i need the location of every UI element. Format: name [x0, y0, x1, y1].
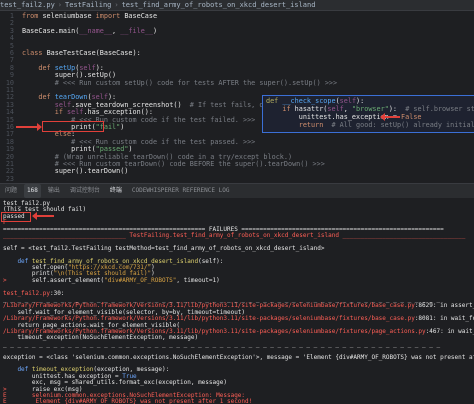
chevron-right-icon: ›	[57, 1, 63, 9]
code-token: self = <test_fail2.TestFailing testMetho…	[3, 244, 325, 252]
vscode-window: test_fail2.py › TestFailing › test_find_army…	[0, 0, 474, 404]
chevron-right-icon: ›	[114, 1, 119, 9]
breadcrumb-item[interactable]: test_fail2.py	[0, 1, 55, 9]
highlight-box	[1, 211, 31, 222]
panel-tabs: 问题 168 输出 调试控制台 终端 CODEWHISPERER REFERENCE LO…	[0, 183, 474, 199]
breadcrumb: test_fail2.py › TestFailing › test_find_army…	[0, 0, 474, 11]
breadcrumb-item[interactable]: test_find_army_of_robots_on_xkcd_desert_…	[122, 1, 316, 9]
code-token: _ _ _ _ _ _ _ _ _ _ _ _ _ _ _ _ _ _ _ _ …	[3, 340, 441, 348]
panel-tab[interactable]: 调试控制台	[65, 184, 105, 198]
code-token: exception = <class 'selenium.common.exce…	[3, 353, 474, 361]
annotation-arrow	[16, 123, 42, 131]
code-token: :8081: in wait_for_element_visible	[414, 315, 474, 323]
problems-count-badge[interactable]: 168	[24, 184, 41, 198]
code-token: :467: in wait_for_element_visible	[425, 328, 474, 335]
code-token: E Element {div#ARMY_OF_ROBOTS} was not p…	[3, 398, 253, 404]
popup-line: return # All good: setUp() already initi…	[266, 120, 474, 130]
code-token: :8629: in assert_element	[414, 302, 474, 310]
panel-tab[interactable]: 终端	[104, 184, 127, 199]
code-line[interactable]: 23	[0, 174, 474, 183]
code-token: # All good: setUp() already initialized …	[331, 121, 474, 129]
terminal-line: E Element {div#ARMY_OF_ROBOTS} was not p…	[3, 398, 252, 404]
panel-tab[interactable]: 问题	[0, 184, 22, 198]
highlight-box	[42, 121, 104, 132]
terminal-line: __________________________________ TestF…	[3, 232, 465, 240]
annotation-arrow	[380, 113, 400, 121]
code-token: self.assert_element(	[31, 276, 105, 284]
code-token: return	[266, 121, 332, 129]
terminal-line: self = <test_fail2.TestFailing testMetho…	[3, 245, 325, 253]
line-number: 23	[5, 174, 14, 183]
code-token: __________________________________ TestF…	[3, 232, 466, 239]
code-token: , timeout=1)	[176, 276, 220, 284]
terminal-line: > self.assert_element("div#ARMY_OF_ROBOT…	[3, 277, 220, 285]
terminal-output[interactable]: test_fail2.py (This test should fail) pass…	[0, 198, 474, 404]
terminal-line: exception = <class 'selenium.common.exce…	[3, 354, 474, 362]
panel-tab[interactable]: 输出	[43, 184, 65, 198]
code-editor[interactable]: 1 from seleniumbase import BaseCase 2 3 Base…	[0, 11, 474, 183]
breadcrumb-item[interactable]: TestFailing	[65, 1, 111, 9]
code-token: (self):	[198, 257, 224, 265]
panel-tab[interactable]: CODEWHISPERER REFERENCE LOG	[127, 184, 235, 198]
terminal-line: _ _ _ _ _ _ _ _ _ _ _ _ _ _ _ _ _ _ _ _ …	[3, 341, 440, 349]
code-token: >	[3, 276, 32, 284]
code-token: "div#ARMY_OF_ROBOTS"	[104, 276, 177, 284]
code-peek-popup[interactable]: def __check_scope(self): if hasattr(self…	[262, 95, 474, 133]
annotation-arrow	[32, 211, 54, 220]
